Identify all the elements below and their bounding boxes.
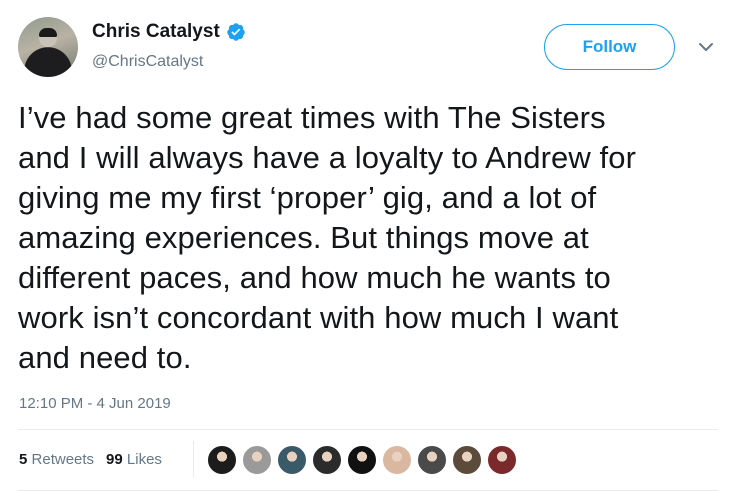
retweets-count: 5 — [19, 451, 28, 468]
divider — [18, 490, 718, 491]
avatar[interactable] — [18, 17, 78, 77]
liker-avatar-icon[interactable] — [276, 444, 308, 476]
chevron-down-icon[interactable] — [697, 40, 715, 54]
liker-avatar-icon[interactable] — [346, 444, 378, 476]
liker-avatar-icon[interactable] — [311, 444, 343, 476]
tweet-text-line: I’ve had some great times with The Siste… — [18, 100, 606, 135]
user-handle[interactable]: @ChrisCatalyst — [92, 52, 203, 72]
tweet-text-line: work isn’t concordant with how much I wa… — [18, 300, 619, 335]
tweet-timestamp[interactable]: 12:10 PM - 4 Jun 2019 — [19, 395, 171, 412]
avatar-hat — [39, 28, 57, 37]
stats-divider — [193, 441, 194, 478]
name-row: Chris Catalyst — [92, 20, 246, 44]
liker-avatar-icon[interactable] — [206, 444, 238, 476]
retweets-label: Retweets — [31, 451, 95, 468]
liker-avatar-icon[interactable] — [381, 444, 413, 476]
tweet-text-line: and need to. — [18, 340, 192, 375]
tweet-stats: 5 Retweets 99 Likes — [19, 451, 162, 468]
likes-count: 99 — [106, 451, 123, 468]
tweet-text-line: amazing experiences. But things move at — [18, 220, 589, 255]
tweet-text-line: different paces, and how much he wants t… — [18, 260, 611, 295]
liker-avatar-icon[interactable] — [486, 444, 518, 476]
likes-stat[interactable]: 99 Likes — [106, 451, 162, 468]
divider — [18, 429, 718, 430]
display-name[interactable]: Chris Catalyst — [92, 20, 220, 44]
retweets-stat[interactable]: 5 Retweets — [19, 451, 94, 468]
tweet-text-line: and I will always have a loyalty to Andr… — [18, 140, 637, 175]
liker-avatar-icon[interactable] — [451, 444, 483, 476]
likes-label: Likes — [126, 451, 162, 468]
liker-avatar-icon[interactable] — [241, 444, 273, 476]
tweet-text-line: giving me my first ‘proper’ gig, and a l… — [18, 180, 597, 215]
verified-badge-icon — [227, 23, 245, 41]
tweet-card: Chris Catalyst @ChrisCatalyst Follow I’v… — [0, 0, 740, 492]
likers-list — [206, 444, 518, 476]
tweet-text: I’ve had some great times with The Siste… — [18, 98, 718, 378]
follow-button[interactable]: Follow — [544, 24, 675, 70]
liker-avatar-icon[interactable] — [416, 444, 448, 476]
